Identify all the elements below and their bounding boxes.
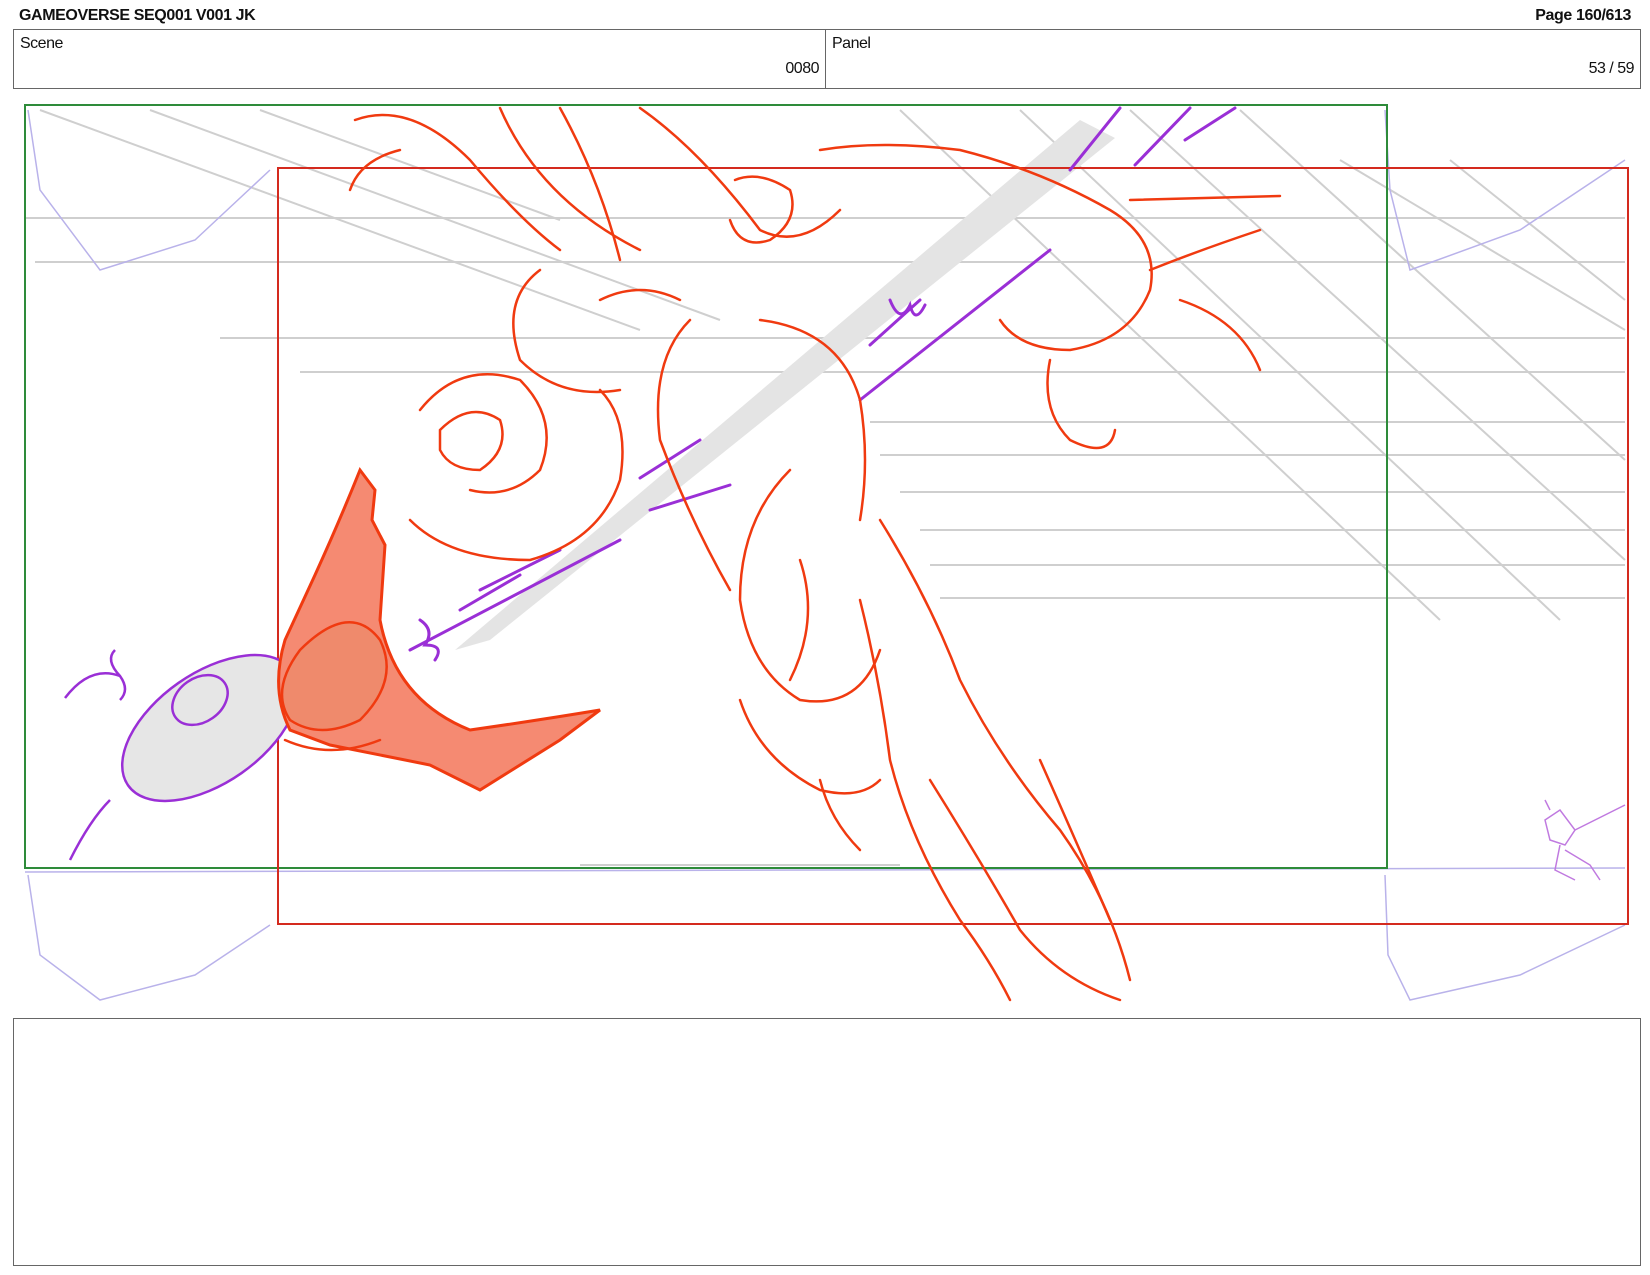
storyboard-panel-drawing (24, 104, 1629, 1002)
camera-move-guides (24, 109, 1626, 1001)
panel-description-box (13, 1018, 1641, 1266)
character-sketch (280, 106, 1282, 1002)
purple-beam-sketch (408, 106, 1237, 662)
beam-shadow (455, 120, 1115, 650)
field-frame-red (277, 167, 1629, 925)
